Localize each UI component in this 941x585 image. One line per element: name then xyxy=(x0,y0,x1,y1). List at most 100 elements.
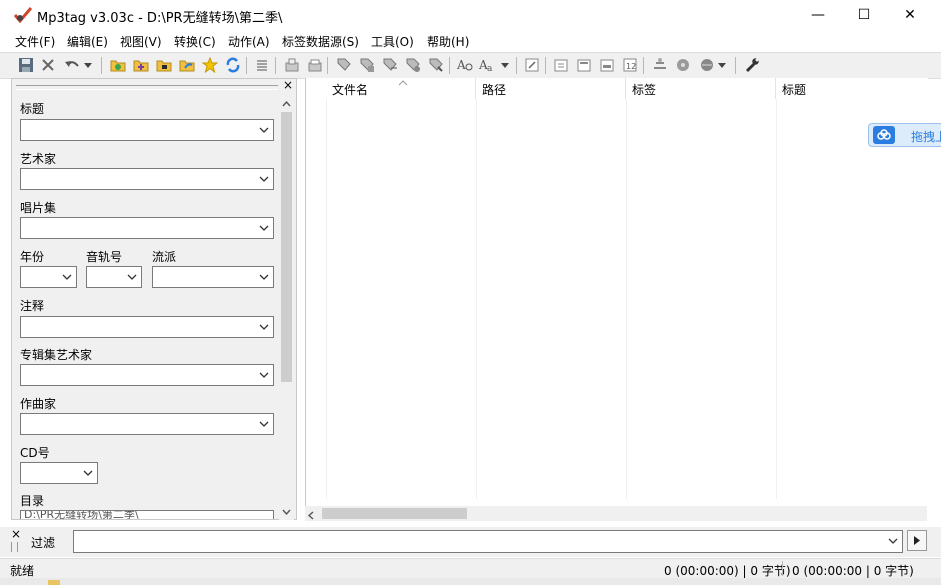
filter-bar: × 过滤 xyxy=(0,527,941,557)
column-divider xyxy=(626,99,627,499)
title-combobox[interactable] xyxy=(20,119,274,141)
undo-icon[interactable] xyxy=(62,56,82,74)
menu-convert[interactable]: 转换(C) xyxy=(174,33,216,50)
list-horizontal-scrollbar[interactable] xyxy=(305,506,927,521)
file-list[interactable]: 文件名 路径 标签 标题 xyxy=(305,78,928,520)
track-label: 音轨号 xyxy=(86,250,123,264)
column-header-tag[interactable]: 标签 xyxy=(626,78,776,99)
discogs-icon[interactable] xyxy=(673,56,693,74)
filename-tag-icon[interactable] xyxy=(357,56,377,74)
paste-tag-icon[interactable] xyxy=(305,56,325,74)
play-arrow-icon xyxy=(914,536,920,545)
save-icon[interactable] xyxy=(16,56,36,74)
artist-label: 艺术家 xyxy=(20,152,57,166)
status-selected: 0 (00:00:00) | 0 字节) xyxy=(664,564,791,578)
menu-actions[interactable]: 动作(A) xyxy=(228,33,270,50)
panel-scrollbar[interactable] xyxy=(279,96,294,520)
edit-icon[interactable] xyxy=(522,56,542,74)
cd-combobox[interactable] xyxy=(20,462,98,484)
tag-tag-icon[interactable] xyxy=(403,56,423,74)
scroll-left-icon[interactable] xyxy=(307,509,315,523)
musicbrainz-icon[interactable] xyxy=(697,56,717,74)
tag-filename-icon[interactable] xyxy=(334,56,354,74)
playlist-icon[interactable] xyxy=(252,56,272,74)
svg-text:12: 12 xyxy=(626,62,636,71)
filter-go-button[interactable] xyxy=(907,530,927,551)
composer-combobox[interactable] xyxy=(20,413,274,435)
toolbar-separator xyxy=(643,57,644,74)
refresh-icon[interactable] xyxy=(223,56,243,74)
actions-icon[interactable]: Aa xyxy=(477,56,497,74)
extended-tags-icon[interactable] xyxy=(551,56,571,74)
numbering-icon[interactable]: 12 xyxy=(620,56,640,74)
year-label: 年份 xyxy=(20,250,45,264)
sources-dropdown-icon[interactable] xyxy=(716,56,728,74)
filter-input[interactable] xyxy=(73,530,903,553)
app-logo-icon xyxy=(13,7,33,26)
chevron-down-icon xyxy=(259,176,269,182)
column-divider xyxy=(326,99,327,499)
maximize-button[interactable]: ☐ xyxy=(841,0,887,30)
export-icon[interactable] xyxy=(574,56,594,74)
open-folder-icon[interactable] xyxy=(154,56,174,74)
actions-dropdown-icon[interactable] xyxy=(499,56,511,74)
year-combobox[interactable] xyxy=(20,266,77,288)
directory-label: 目录 xyxy=(20,494,45,508)
text-tag-icon[interactable] xyxy=(380,56,400,74)
artist-combobox[interactable] xyxy=(20,168,274,190)
chevron-down-icon xyxy=(127,274,137,280)
title-label: 标题 xyxy=(20,102,45,116)
autonumber-icon[interactable] xyxy=(426,56,446,74)
favorite-star-icon[interactable] xyxy=(200,56,220,74)
scroll-up-icon[interactable] xyxy=(279,96,294,111)
undo-dropdown-icon[interactable] xyxy=(82,56,94,74)
menu-tools[interactable]: 工具(O) xyxy=(371,33,414,50)
column-header-filename[interactable]: 文件名 xyxy=(326,78,476,99)
column-header-path[interactable]: 路径 xyxy=(476,78,626,99)
case-conversion-icon[interactable]: A xyxy=(455,56,475,74)
toolbar-separator xyxy=(275,57,276,74)
chevron-down-icon xyxy=(259,225,269,231)
baidu-upload-label: 拖拽上 xyxy=(911,130,941,144)
open-folder-arrow-icon[interactable] xyxy=(177,56,197,74)
comment-combobox[interactable] xyxy=(20,316,274,338)
chevron-down-icon xyxy=(259,372,269,378)
panel-grip[interactable] xyxy=(16,85,278,90)
directory-value: D:\PR无缝转场\第二季\ xyxy=(24,510,139,519)
chevron-down-icon xyxy=(259,127,269,133)
column-header-title[interactable]: 标题 xyxy=(776,78,928,99)
menu-help[interactable]: 帮助(H) xyxy=(427,33,469,50)
menu-view[interactable]: 视图(V) xyxy=(120,33,162,50)
options-wrench-icon[interactable] xyxy=(742,56,762,74)
album-label: 唱片集 xyxy=(20,201,57,215)
cd-label: CD号 xyxy=(20,446,50,460)
freedb-icon[interactable] xyxy=(650,56,670,74)
change-directory-icon[interactable] xyxy=(108,56,128,74)
column-divider xyxy=(476,99,477,499)
remove-tag-icon[interactable] xyxy=(38,56,58,74)
filter-grip[interactable] xyxy=(11,542,18,552)
filter-close-icon[interactable]: × xyxy=(11,527,21,541)
copy-tag-icon[interactable] xyxy=(282,56,302,74)
directory-field[interactable]: D:\PR无缝转场\第二季\ xyxy=(20,510,274,519)
scroll-down-icon[interactable] xyxy=(279,504,294,519)
minimize-button[interactable]: — xyxy=(795,0,841,30)
close-button[interactable]: ✕ xyxy=(887,0,933,30)
chevron-down-icon xyxy=(259,274,269,280)
playlist-export-icon[interactable] xyxy=(597,56,617,74)
menu-file[interactable]: 文件(F) xyxy=(15,33,55,50)
baidu-upload-widget[interactable]: 拖拽上 xyxy=(868,123,941,147)
folder-icon xyxy=(48,580,60,585)
album-artist-combobox[interactable] xyxy=(20,364,274,386)
track-combobox[interactable] xyxy=(86,266,142,288)
add-directory-icon[interactable] xyxy=(131,56,151,74)
window-title: Mp3tag v3.03c - D:\PR无缝转场\第二季\ xyxy=(37,11,283,26)
menu-edit[interactable]: 编辑(E) xyxy=(67,33,108,50)
panel-scroll-thumb[interactable] xyxy=(281,112,292,382)
genre-combobox[interactable] xyxy=(152,266,274,288)
status-divider xyxy=(782,561,783,576)
list-scroll-thumb[interactable] xyxy=(322,508,467,519)
album-combobox[interactable] xyxy=(20,217,274,239)
panel-close-icon[interactable]: × xyxy=(283,78,293,92)
menu-tag-sources[interactable]: 标签数据源(S) xyxy=(282,33,359,50)
